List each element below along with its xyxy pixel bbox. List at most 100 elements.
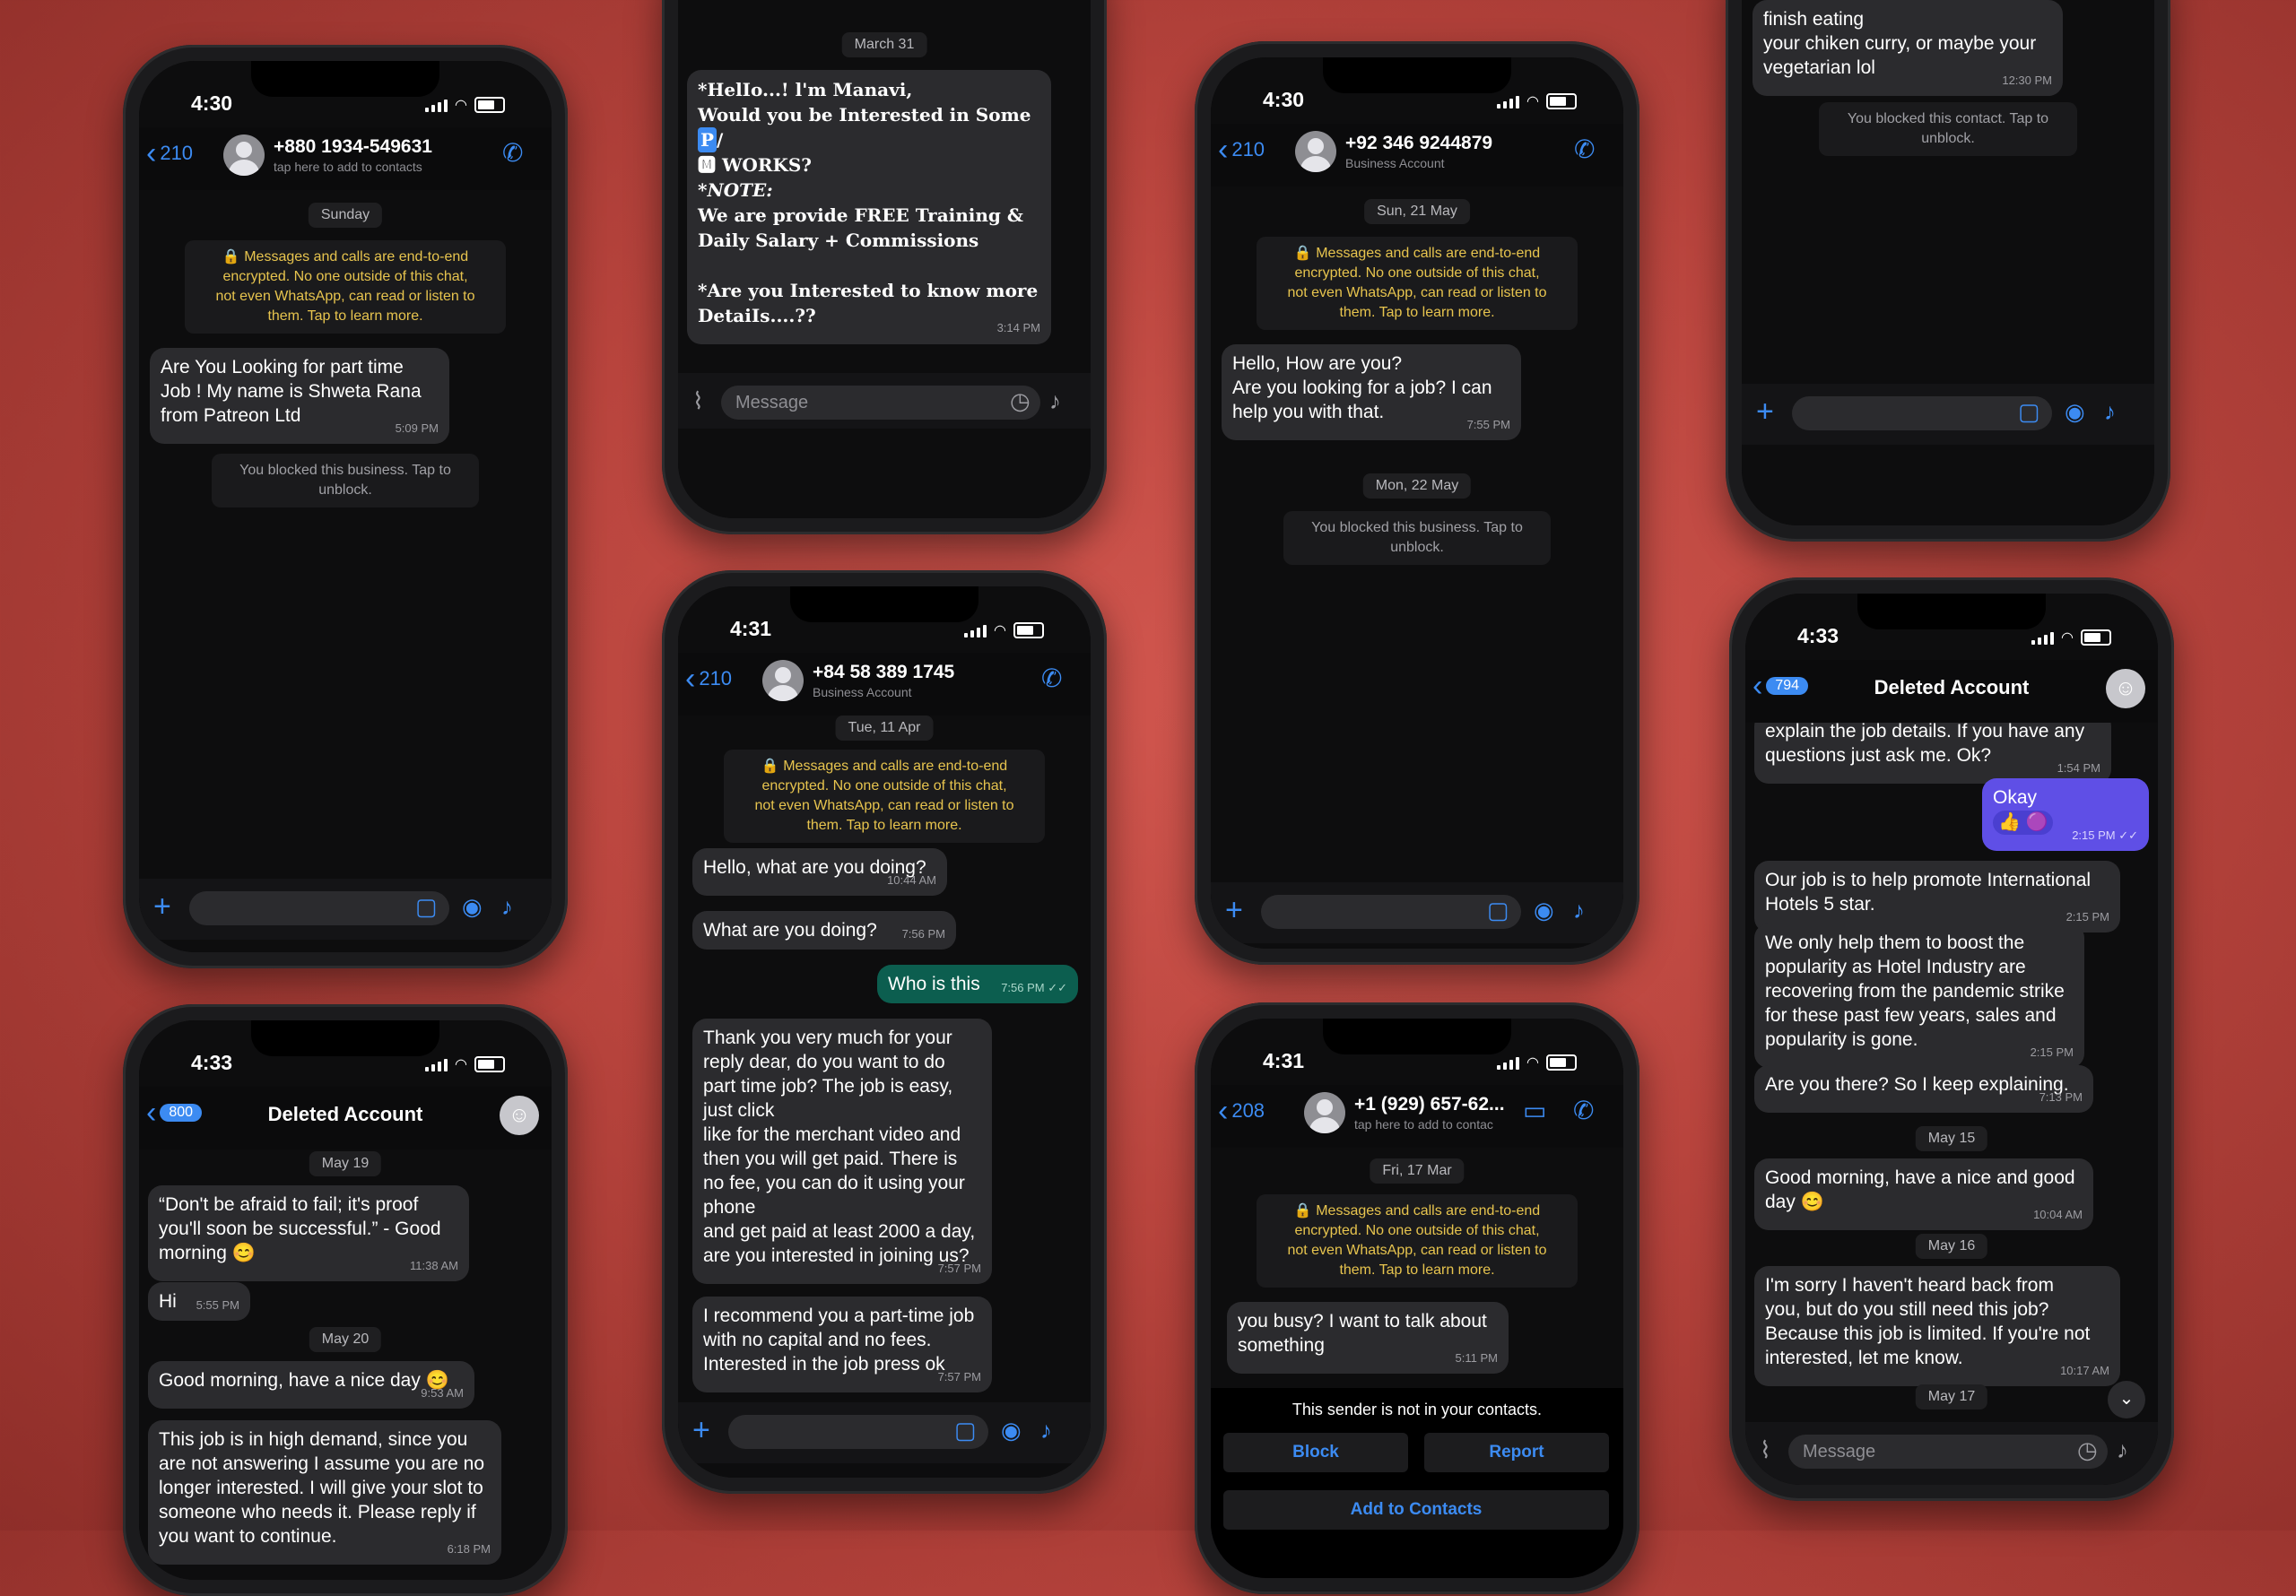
incoming-message[interactable]: Good morning, have a nice and good day 😊 … [1754,1158,2093,1230]
incoming-message[interactable]: We only help them to boost the popularity… [1754,924,2084,1068]
encryption-notice[interactable]: 🔒 Messages and calls are end-to-end encry… [1257,1194,1578,1288]
avatar[interactable] [762,660,804,701]
date-separator: Sun, 21 May [1364,199,1470,224]
battery-icon [474,97,505,113]
incoming-message[interactable]: I recommend you a part-time job with no c… [692,1297,992,1392]
encryption-notice[interactable]: 🔒 Messages and calls are end-to-end encry… [724,750,1045,843]
camera-icon[interactable]: ◉ [462,893,483,921]
clock-icon[interactable]: ◷ [1010,387,1031,415]
contact-name[interactable]: +880 1934-549631 [274,136,432,158]
phone-plus-icon[interactable]: ✆ [502,138,523,168]
message-input[interactable]: Message [1788,1435,2108,1469]
microphone-icon[interactable]: ♪ [2117,1436,2128,1464]
message-time: 5:11 PM [1455,1351,1498,1365]
video-icon[interactable]: ▭ [1523,1096,1546,1125]
message-input[interactable] [1261,895,1521,929]
message-time: 10:44 AM [887,873,936,887]
incoming-message[interactable]: *HelIo...! l'm Manavi, Would you be Inte… [687,70,1051,344]
phone-4-screen: finish eating your chiken curry, or maybe… [1742,0,2154,525]
block-button[interactable]: Block [1223,1433,1408,1472]
sticker-icon[interactable]: ▢ [1487,897,1509,924]
back-button[interactable]: ‹ 210 [1218,134,1265,165]
avatar[interactable] [1295,131,1336,172]
plus-icon[interactable]: + [692,1415,710,1445]
outgoing-message[interactable]: Okay 👍 🟣 2:15 PM ✓✓ [1982,778,2149,851]
scroll-down-button[interactable]: ⌄ [2108,1381,2145,1418]
sticker-icon[interactable]: ▢ [415,893,438,921]
sticker-icon[interactable]: ▢ [2018,398,2040,426]
contact-name[interactable]: +84 58 389 1745 [813,662,954,683]
incoming-message[interactable]: you busy? I want to talk about something … [1227,1302,1509,1374]
signal-icon [1497,94,1520,108]
camera-icon[interactable]: ◉ [2065,398,2085,426]
contact-subtitle[interactable]: Business Account [813,685,912,699]
message-time: 5:09 PM [395,421,439,435]
camera-icon[interactable]: ◉ [1534,897,1554,924]
incoming-message[interactable]: finish eating your chiken curry, or maybe… [1752,0,2063,96]
incoming-message[interactable]: Hello, How are you? Are you looking for a… [1222,344,1521,440]
incoming-message[interactable]: What are you doing? 7:56 PM [692,911,956,950]
paperclip-icon[interactable]: ⌇ [692,387,704,415]
chat-title[interactable]: Deleted Account [139,1103,552,1126]
incoming-message[interactable]: Thank you very much for your reply dear, … [692,1019,992,1284]
report-button[interactable]: Report [1424,1433,1609,1472]
encryption-notice[interactable]: 🔒 Messages and calls are end-to-end encry… [185,240,506,334]
incoming-message[interactable]: This job is in high demand, since you are… [148,1420,501,1565]
phone-plus-icon[interactable]: ✆ [1574,134,1595,164]
incoming-message[interactable]: “Don't be afraid to fail; it's proof you'… [148,1185,469,1281]
microphone-icon[interactable]: ♪ [1040,1417,1052,1444]
add-to-contacts-button[interactable]: Add to Contacts [1223,1490,1609,1530]
incoming-message[interactable]: Are you there? So I keep explaining. 7:1… [1754,1065,2093,1113]
avatar[interactable] [1304,1092,1345,1133]
back-button[interactable]: ‹ 210 [146,138,193,169]
encryption-notice[interactable]: 🔒 Messages and calls are end-to-end encry… [1257,237,1578,330]
message-time: 7:57 PM [937,1262,981,1275]
contact-name[interactable]: +92 346 9244879 [1345,133,1492,154]
blocked-notice[interactable]: You blocked this business. Tap to unblock… [212,454,479,507]
blocked-notice[interactable]: You blocked this contact. Tap to unblock. [1819,102,2077,156]
status-time: 4:33 [1797,624,1839,647]
reaction-row[interactable]: 👍 🟣 [1993,811,2054,835]
back-button[interactable]: ‹ 210 [685,664,732,694]
avatar[interactable] [223,134,265,176]
phone-icon[interactable]: ✆ [1573,1096,1594,1125]
message-time: 12:30 PM [2002,74,2052,87]
incoming-message[interactable]: Good morning, have a nice day 😊 9:53 AM [148,1361,474,1409]
microphone-icon[interactable]: ♪ [1573,897,1585,924]
chat-wallpaper [1211,57,1623,949]
microphone-icon[interactable]: ♪ [501,893,513,921]
outgoing-message[interactable]: Who is this 7:56 PM ✓✓ [877,965,1078,1003]
message-input[interactable]: Message [721,386,1040,420]
chat-title[interactable]: Deleted Account [1745,676,2158,699]
ghost-icon[interactable]: ☺ [500,1096,539,1135]
back-button[interactable]: ‹ 208 [1218,1096,1265,1126]
plus-icon[interactable]: + [1756,396,1774,427]
incoming-message[interactable]: Hi 5:55 PM [148,1282,250,1321]
sticker-icon[interactable]: ▢ [954,1417,977,1444]
message-time: 9:53 AM [421,1386,464,1400]
paperclip-icon[interactable]: ⌇ [1760,1436,1771,1464]
incoming-message[interactable]: Are You Looking for part time Job ! My na… [150,348,449,444]
message-input[interactable] [728,1415,988,1449]
message-input[interactable] [1792,396,2052,430]
incoming-message[interactable]: explain the job details. If you have any… [1754,712,2111,784]
phone-plus-icon[interactable]: ✆ [1041,664,1062,693]
ghost-icon[interactable]: ☺ [2106,669,2145,708]
plus-icon[interactable]: + [153,891,171,922]
incoming-message[interactable]: I'm sorry I haven't heard back from you, … [1754,1266,2120,1386]
date-separator: Fri, 17 Mar [1370,1158,1465,1184]
incoming-message[interactable]: Hello, what are you doing? 10:44 AM [692,848,947,896]
blocked-notice[interactable]: You blocked this business. Tap to unblock… [1283,511,1551,565]
camera-icon[interactable]: ◉ [1001,1417,1022,1444]
microphone-icon[interactable]: ♪ [1049,387,1061,415]
clock-icon[interactable]: ◷ [2077,1436,2098,1464]
message-input[interactable] [189,891,449,925]
plus-icon[interactable]: + [1225,895,1243,925]
incoming-message[interactable]: Our job is to help promote International… [1754,861,2120,932]
chat-header: ‹ 210 +880 1934-549631 tap here to add to… [139,127,552,190]
microphone-icon[interactable]: ♪ [2104,398,2116,426]
contact-subtitle[interactable]: tap here to add to contac [1354,1117,1493,1132]
contact-subtitle[interactable]: Business Account [1345,156,1445,170]
contact-name[interactable]: +1 (929) 657-62... [1354,1094,1505,1115]
contact-subtitle[interactable]: tap here to add to contacts [274,160,422,174]
